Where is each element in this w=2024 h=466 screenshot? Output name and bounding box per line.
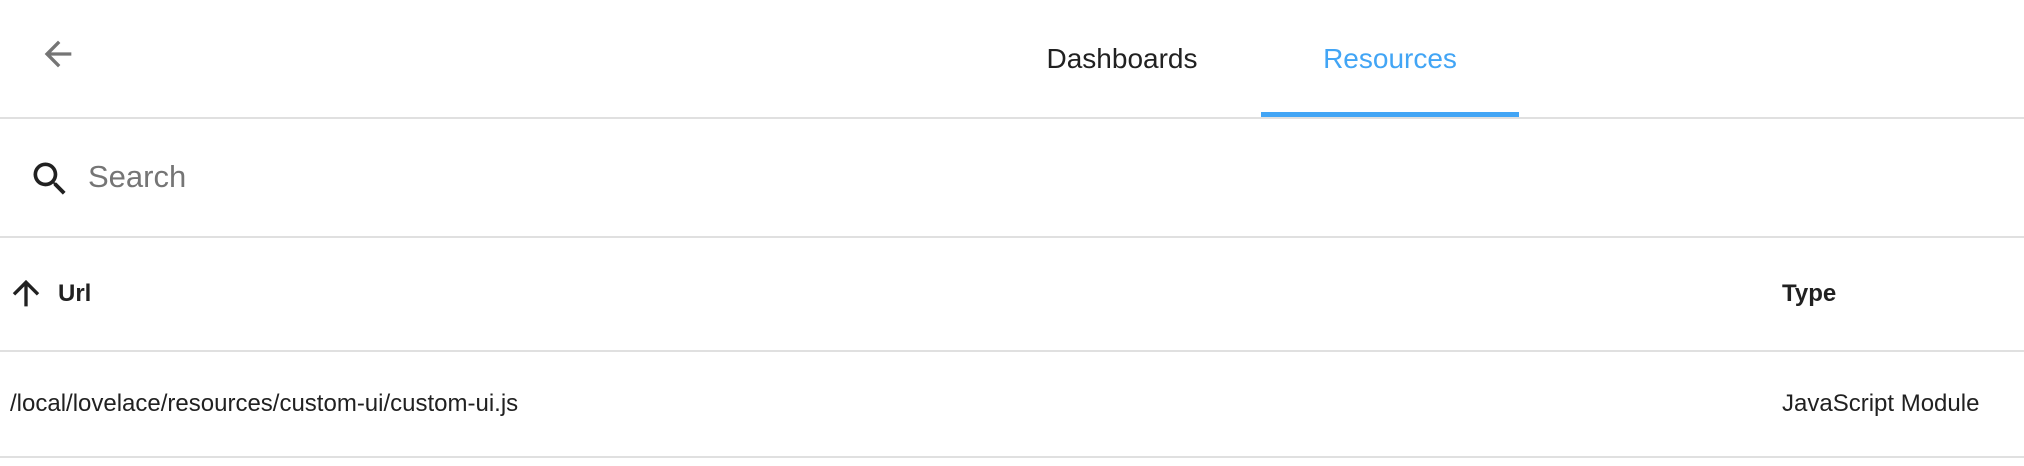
top-app-bar: Dashboards Resources xyxy=(0,0,2024,119)
table-header-row: Url Type xyxy=(0,238,2024,352)
cell-url: /local/lovelace/resources/custom-ui/cust… xyxy=(10,390,519,417)
column-header-url-label: Url xyxy=(58,280,92,307)
magnify-icon xyxy=(33,162,66,195)
tab-resources[interactable]: Resources xyxy=(1261,0,1519,117)
tab-dashboards[interactable]: Dashboards xyxy=(1000,0,1244,117)
tab-dashboards-label: Dashboards xyxy=(1046,42,1198,74)
cell-type: JavaScript Module xyxy=(1782,390,1980,417)
search-bar xyxy=(0,119,2024,238)
active-tab-indicator xyxy=(1261,112,1519,117)
table-row[interactable]: /local/lovelace/resources/custom-ui/cust… xyxy=(0,352,2024,458)
back-button[interactable] xyxy=(32,28,84,80)
column-header-type-label: Type xyxy=(1782,280,1837,307)
tab-resources-label: Resources xyxy=(1323,42,1457,74)
search-input[interactable] xyxy=(88,149,1888,205)
column-header-url[interactable]: Url xyxy=(58,238,91,350)
arrow-left-icon xyxy=(44,40,72,68)
column-header-type[interactable]: Type xyxy=(1782,238,1836,350)
arrow-up-icon[interactable] xyxy=(6,273,46,313)
